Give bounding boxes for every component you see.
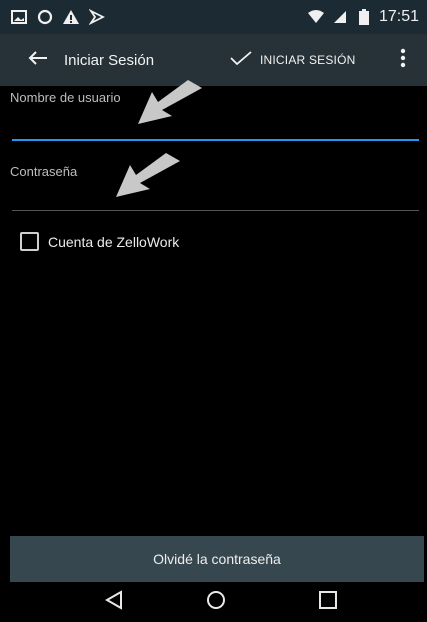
- username-label: Nombre de usuario: [10, 90, 121, 105]
- signal-icon: [331, 8, 349, 26]
- username-input[interactable]: [10, 114, 420, 136]
- nav-recents-button[interactable]: [298, 582, 358, 622]
- zellowork-checkbox-label: Cuenta de ZelloWork: [48, 233, 180, 250]
- status-bar: 17:51: [0, 0, 427, 34]
- arrow-back-icon: [28, 50, 48, 71]
- overflow-menu-button[interactable]: [393, 34, 413, 86]
- pointer-arrow-icon: [132, 80, 204, 135]
- zellowork-checkbox[interactable]: [20, 232, 39, 251]
- battery-icon: [355, 8, 373, 26]
- forgot-password-button[interactable]: Olvidé la contraseña: [10, 536, 424, 582]
- password-underline: [12, 210, 419, 211]
- warning-icon: [62, 8, 80, 26]
- nav-back-icon: [104, 589, 123, 615]
- page-title: Iniciar Sesión: [64, 51, 155, 69]
- wifi-icon: [307, 8, 325, 26]
- circle-icon: [36, 8, 54, 26]
- more-vert-icon: [400, 48, 406, 73]
- username-underline: [12, 139, 419, 141]
- password-input[interactable]: [10, 184, 420, 206]
- nav-home-button[interactable]: [186, 582, 246, 622]
- nav-home-icon: [206, 590, 226, 615]
- sign-in-action-button[interactable]: INICIAR SESIÓN: [230, 34, 355, 86]
- sign-in-action-label: INICIAR SESIÓN: [260, 53, 356, 67]
- flag-icon: [88, 8, 106, 26]
- password-label: Contraseña: [10, 164, 78, 179]
- nav-recents-icon: [318, 590, 338, 615]
- back-button[interactable]: [18, 34, 58, 86]
- zellowork-checkbox-row[interactable]: Cuenta de ZelloWork: [20, 232, 179, 251]
- check-icon: [230, 50, 252, 70]
- pointer-arrow-icon: [110, 153, 182, 208]
- clock: 17:51: [378, 8, 419, 25]
- system-nav-bar: [0, 582, 427, 622]
- app-bar: Iniciar Sesión INICIAR SESIÓN: [0, 34, 427, 86]
- image-icon: [10, 8, 28, 26]
- status-right: 17:51: [307, 8, 419, 26]
- nav-back-button[interactable]: [84, 582, 144, 622]
- status-left-icons: [10, 8, 106, 26]
